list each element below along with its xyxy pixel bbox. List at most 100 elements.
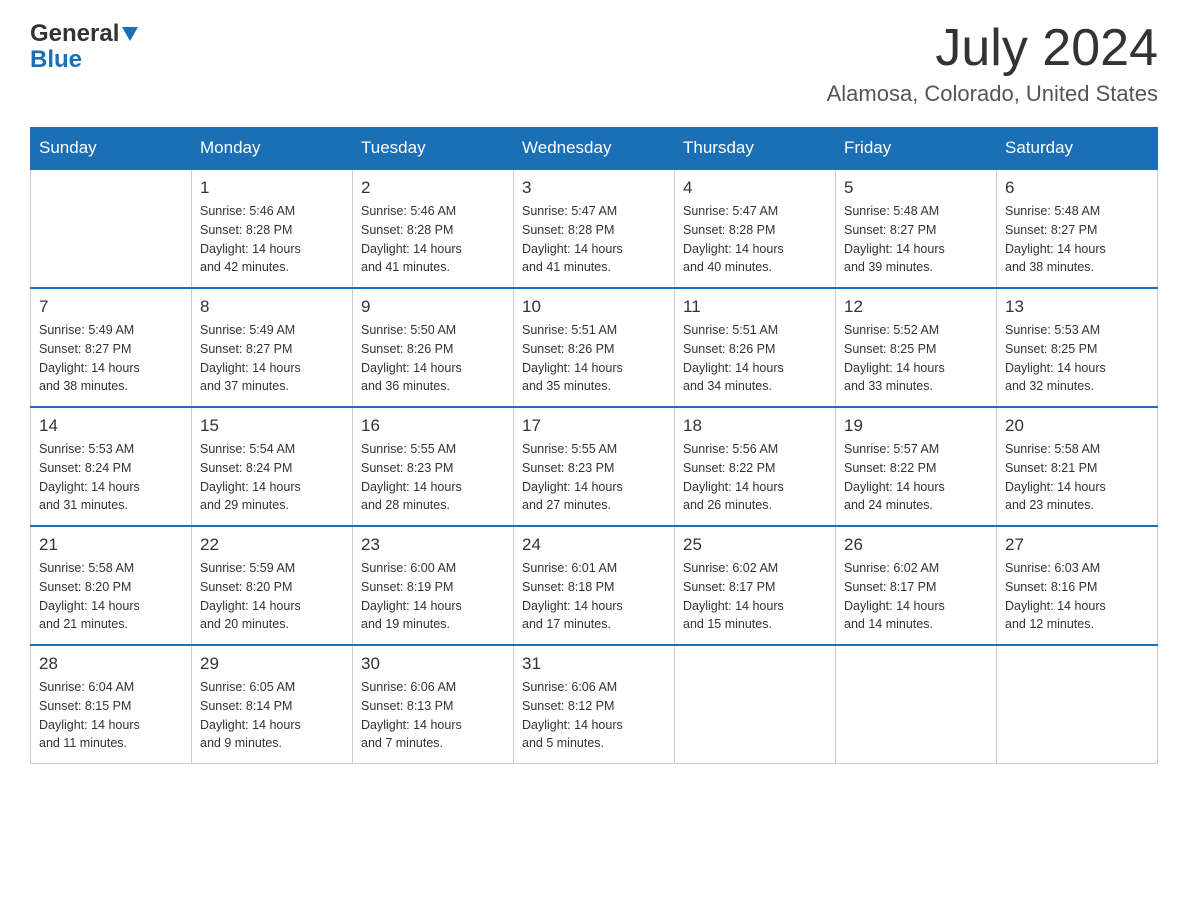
calendar-cell: 21 Sunrise: 5:58 AM Sunset: 8:20 PM Dayli…	[31, 526, 192, 645]
day-info: Sunrise: 5:54 AM Sunset: 8:24 PM Dayligh…	[200, 440, 344, 515]
page-header: General Blue July 2024 Alamosa, Colorado…	[30, 20, 1158, 107]
calendar-cell: 28 Sunrise: 6:04 AM Sunset: 8:15 PM Dayli…	[31, 645, 192, 764]
weekday-header-row: SundayMondayTuesdayWednesdayThursdayFrid…	[31, 128, 1158, 170]
calendar-cell	[836, 645, 997, 764]
day-number: 2	[361, 178, 505, 198]
day-info: Sunrise: 5:57 AM Sunset: 8:22 PM Dayligh…	[844, 440, 988, 515]
day-number: 10	[522, 297, 666, 317]
calendar-cell: 18Sunrise: 5:56 AM Sunset: 8:22 PM Dayli…	[675, 407, 836, 526]
day-info: Sunrise: 5:46 AM Sunset: 8:28 PM Dayligh…	[200, 202, 344, 277]
day-info: Sunrise: 5:55 AM Sunset: 8:23 PM Dayligh…	[522, 440, 666, 515]
calendar-cell: 14 Sunrise: 5:53 AM Sunset: 8:24 PM Dayli…	[31, 407, 192, 526]
day-info: Sunrise: 5:50 AM Sunset: 8:26 PM Dayligh…	[361, 321, 505, 396]
day-info: Sunrise: 6:04 AM Sunset: 8:15 PM Dayligh…	[39, 678, 183, 753]
day-info: Sunrise: 6:01 AM Sunset: 8:18 PM Dayligh…	[522, 559, 666, 634]
day-info: Sunrise: 6:06 AM Sunset: 8:13 PM Dayligh…	[361, 678, 505, 753]
day-info: Sunrise: 5:52 AM Sunset: 8:25 PM Dayligh…	[844, 321, 988, 396]
calendar-cell: 16 Sunrise: 5:55 AM Sunset: 8:23 PM Dayli…	[353, 407, 514, 526]
weekday-header-wednesday: Wednesday	[514, 128, 675, 170]
weekday-header-monday: Monday	[192, 128, 353, 170]
calendar-cell: 12 Sunrise: 5:52 AM Sunset: 8:25 PM Dayli…	[836, 288, 997, 407]
day-info: Sunrise: 5:53 AM Sunset: 8:25 PM Dayligh…	[1005, 321, 1149, 396]
calendar-cell: 4Sunrise: 5:47 AM Sunset: 8:28 PM Daylig…	[675, 169, 836, 288]
day-number: 15	[200, 416, 344, 436]
calendar-week-row: 21 Sunrise: 5:58 AM Sunset: 8:20 PM Dayli…	[31, 526, 1158, 645]
day-number: 28	[39, 654, 183, 674]
day-number: 1	[200, 178, 344, 198]
day-info: Sunrise: 6:02 AM Sunset: 8:17 PM Dayligh…	[844, 559, 988, 634]
day-info: Sunrise: 5:51 AM Sunset: 8:26 PM Dayligh…	[683, 321, 827, 396]
calendar-week-row: 7 Sunrise: 5:49 AM Sunset: 8:27 PM Daylig…	[31, 288, 1158, 407]
calendar-table: SundayMondayTuesdayWednesdayThursdayFrid…	[30, 127, 1158, 764]
day-info: Sunrise: 6:00 AM Sunset: 8:19 PM Dayligh…	[361, 559, 505, 634]
location-title: Alamosa, Colorado, United States	[827, 81, 1158, 107]
day-number: 11	[683, 297, 827, 317]
day-info: Sunrise: 5:58 AM Sunset: 8:21 PM Dayligh…	[1005, 440, 1149, 515]
day-number: 9	[361, 297, 505, 317]
day-info: Sunrise: 5:58 AM Sunset: 8:20 PM Dayligh…	[39, 559, 183, 634]
calendar-cell: 26 Sunrise: 6:02 AM Sunset: 8:17 PM Dayli…	[836, 526, 997, 645]
calendar-cell	[997, 645, 1158, 764]
day-number: 6	[1005, 178, 1149, 198]
calendar-cell: 10 Sunrise: 5:51 AM Sunset: 8:26 PM Dayli…	[514, 288, 675, 407]
day-number: 5	[844, 178, 988, 198]
calendar-cell: 27 Sunrise: 6:03 AM Sunset: 8:16 PM Dayli…	[997, 526, 1158, 645]
day-info: Sunrise: 5:51 AM Sunset: 8:26 PM Dayligh…	[522, 321, 666, 396]
day-info: Sunrise: 6:03 AM Sunset: 8:16 PM Dayligh…	[1005, 559, 1149, 634]
logo: General Blue	[30, 20, 138, 74]
day-number: 14	[39, 416, 183, 436]
day-number: 26	[844, 535, 988, 555]
month-title: July 2024	[827, 20, 1158, 77]
calendar-cell: 6 Sunrise: 5:48 AM Sunset: 8:27 PM Daylig…	[997, 169, 1158, 288]
calendar-cell: 15 Sunrise: 5:54 AM Sunset: 8:24 PM Dayli…	[192, 407, 353, 526]
day-info: Sunrise: 5:55 AM Sunset: 8:23 PM Dayligh…	[361, 440, 505, 515]
calendar-cell: 25 Sunrise: 6:02 AM Sunset: 8:17 PM Dayli…	[675, 526, 836, 645]
weekday-header-sunday: Sunday	[31, 128, 192, 170]
day-number: 25	[683, 535, 827, 555]
day-number: 23	[361, 535, 505, 555]
calendar-cell: 29Sunrise: 6:05 AM Sunset: 8:14 PM Dayli…	[192, 645, 353, 764]
weekday-header-friday: Friday	[836, 128, 997, 170]
calendar-cell	[675, 645, 836, 764]
day-number: 29	[200, 654, 344, 674]
day-number: 20	[1005, 416, 1149, 436]
day-info: Sunrise: 5:53 AM Sunset: 8:24 PM Dayligh…	[39, 440, 183, 515]
day-number: 27	[1005, 535, 1149, 555]
day-number: 30	[361, 654, 505, 674]
calendar-cell: 9 Sunrise: 5:50 AM Sunset: 8:26 PM Daylig…	[353, 288, 514, 407]
calendar-cell: 1 Sunrise: 5:46 AM Sunset: 8:28 PM Daylig…	[192, 169, 353, 288]
calendar-week-row: 14 Sunrise: 5:53 AM Sunset: 8:24 PM Dayli…	[31, 407, 1158, 526]
day-number: 12	[844, 297, 988, 317]
weekday-header-tuesday: Tuesday	[353, 128, 514, 170]
calendar-week-row: 1 Sunrise: 5:46 AM Sunset: 8:28 PM Daylig…	[31, 169, 1158, 288]
calendar-cell: 7 Sunrise: 5:49 AM Sunset: 8:27 PM Daylig…	[31, 288, 192, 407]
calendar-header: SundayMondayTuesdayWednesdayThursdayFrid…	[31, 128, 1158, 170]
day-info: Sunrise: 5:49 AM Sunset: 8:27 PM Dayligh…	[200, 321, 344, 396]
day-info: Sunrise: 5:48 AM Sunset: 8:27 PM Dayligh…	[1005, 202, 1149, 277]
calendar-body: 1 Sunrise: 5:46 AM Sunset: 8:28 PM Daylig…	[31, 169, 1158, 764]
day-number: 21	[39, 535, 183, 555]
calendar-cell: 20 Sunrise: 5:58 AM Sunset: 8:21 PM Dayli…	[997, 407, 1158, 526]
day-info: Sunrise: 5:56 AM Sunset: 8:22 PM Dayligh…	[683, 440, 827, 515]
calendar-cell: 23 Sunrise: 6:00 AM Sunset: 8:19 PM Dayli…	[353, 526, 514, 645]
calendar-cell: 30 Sunrise: 6:06 AM Sunset: 8:13 PM Dayli…	[353, 645, 514, 764]
day-number: 7	[39, 297, 183, 317]
day-number: 3	[522, 178, 666, 198]
day-info: Sunrise: 6:02 AM Sunset: 8:17 PM Dayligh…	[683, 559, 827, 634]
calendar-cell: 8 Sunrise: 5:49 AM Sunset: 8:27 PM Daylig…	[192, 288, 353, 407]
day-info: Sunrise: 5:49 AM Sunset: 8:27 PM Dayligh…	[39, 321, 183, 396]
day-number: 22	[200, 535, 344, 555]
day-number: 8	[200, 297, 344, 317]
logo-arrow-icon	[122, 27, 138, 41]
day-info: Sunrise: 5:48 AM Sunset: 8:27 PM Dayligh…	[844, 202, 988, 277]
calendar-cell: 13 Sunrise: 5:53 AM Sunset: 8:25 PM Dayli…	[997, 288, 1158, 407]
day-number: 13	[1005, 297, 1149, 317]
day-info: Sunrise: 5:59 AM Sunset: 8:20 PM Dayligh…	[200, 559, 344, 634]
day-info: Sunrise: 5:46 AM Sunset: 8:28 PM Dayligh…	[361, 202, 505, 277]
day-number: 31	[522, 654, 666, 674]
calendar-cell: 2 Sunrise: 5:46 AM Sunset: 8:28 PM Daylig…	[353, 169, 514, 288]
day-number: 16	[361, 416, 505, 436]
weekday-header-saturday: Saturday	[997, 128, 1158, 170]
calendar-cell: 24Sunrise: 6:01 AM Sunset: 8:18 PM Dayli…	[514, 526, 675, 645]
day-info: Sunrise: 6:06 AM Sunset: 8:12 PM Dayligh…	[522, 678, 666, 753]
